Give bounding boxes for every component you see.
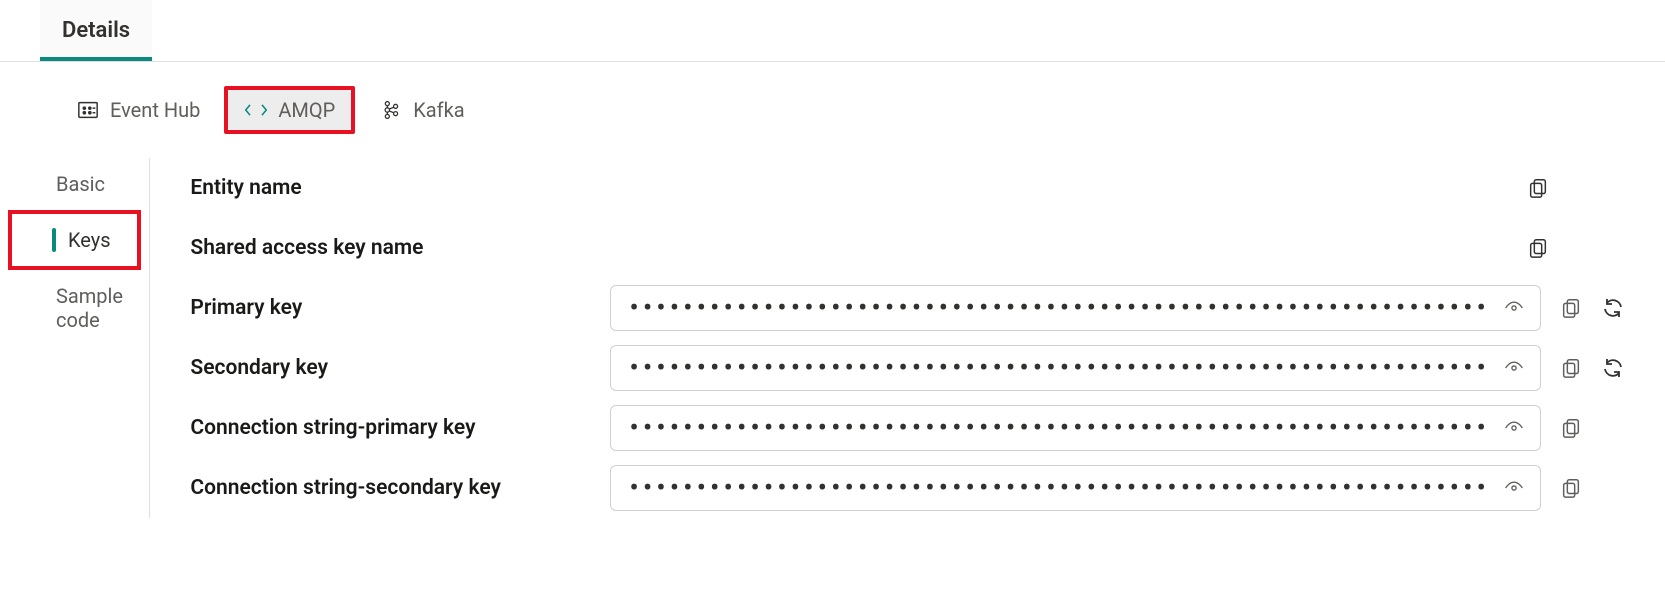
side-nav: Basic Keys Sample code bbox=[0, 158, 150, 518]
kafka-icon bbox=[379, 98, 403, 122]
label-conn-str-primary: Connection string-primary key bbox=[190, 416, 610, 440]
content-panel: Entity name Shared access key name Prima… bbox=[150, 158, 1665, 518]
reveal-secondary-key-button[interactable] bbox=[1502, 356, 1526, 380]
reveal-primary-key-button[interactable] bbox=[1502, 296, 1526, 320]
protocol-amqp[interactable]: AMQP bbox=[228, 90, 351, 130]
protocol-amqp-label: AMQP bbox=[278, 98, 335, 122]
protocol-kafka[interactable]: Kafka bbox=[363, 90, 480, 130]
copy-secondary-key-button[interactable] bbox=[1559, 356, 1583, 380]
sidenav-item-basic[interactable]: Basic bbox=[0, 158, 149, 210]
protocol-tabs: Event Hub AMQP bbox=[0, 62, 1665, 158]
primary-key-field[interactable]: ••••••••••••••••••••••••••••••••••••••••… bbox=[610, 285, 1541, 331]
label-entity-name: Entity name bbox=[190, 176, 610, 200]
sidenav-item-keys[interactable]: Keys bbox=[12, 214, 137, 266]
label-primary-key: Primary key bbox=[190, 296, 610, 320]
primary-key-mask: ••••••••••••••••••••••••••••••••••••••••… bbox=[629, 290, 1490, 326]
secondary-key-mask: ••••••••••••••••••••••••••••••••••••••••… bbox=[629, 350, 1490, 386]
regenerate-primary-key-button[interactable] bbox=[1601, 296, 1625, 320]
copy-primary-key-button[interactable] bbox=[1559, 296, 1583, 320]
secondary-key-field[interactable]: ••••••••••••••••••••••••••••••••••••••••… bbox=[610, 345, 1541, 391]
conn-str-secondary-mask: ••••••••••••••••••••••••••••••••••••••••… bbox=[629, 470, 1490, 506]
tab-details[interactable]: Details bbox=[40, 0, 152, 61]
conn-str-primary-mask: ••••••••••••••••••••••••••••••••••••••••… bbox=[629, 410, 1490, 446]
label-shared-access-key-name: Shared access key name bbox=[190, 236, 610, 260]
event-hub-icon bbox=[76, 98, 100, 122]
highlight-amqp: AMQP bbox=[224, 86, 355, 134]
reveal-conn-str-primary-button[interactable] bbox=[1502, 416, 1526, 440]
protocol-event-hub-label: Event Hub bbox=[110, 98, 200, 122]
regenerate-secondary-key-button[interactable] bbox=[1601, 356, 1625, 380]
label-conn-str-secondary: Connection string-secondary key bbox=[190, 476, 610, 500]
protocol-kafka-label: Kafka bbox=[413, 98, 464, 122]
top-tabs: Details bbox=[0, 0, 1665, 62]
copy-conn-str-primary-button[interactable] bbox=[1559, 416, 1583, 440]
copy-conn-str-secondary-button[interactable] bbox=[1559, 476, 1583, 500]
conn-str-primary-field[interactable]: ••••••••••••••••••••••••••••••••••••••••… bbox=[610, 405, 1541, 451]
copy-entity-name-button[interactable] bbox=[1526, 176, 1550, 200]
protocol-event-hub[interactable]: Event Hub bbox=[60, 90, 216, 130]
sidenav-item-sample-code[interactable]: Sample code bbox=[0, 270, 149, 346]
highlight-keys: Keys bbox=[8, 210, 141, 270]
reveal-conn-str-secondary-button[interactable] bbox=[1502, 476, 1526, 500]
conn-str-secondary-field[interactable]: ••••••••••••••••••••••••••••••••••••••••… bbox=[610, 465, 1541, 511]
copy-shared-access-key-name-button[interactable] bbox=[1526, 236, 1550, 260]
amqp-icon bbox=[244, 98, 268, 122]
label-secondary-key: Secondary key bbox=[190, 356, 610, 380]
